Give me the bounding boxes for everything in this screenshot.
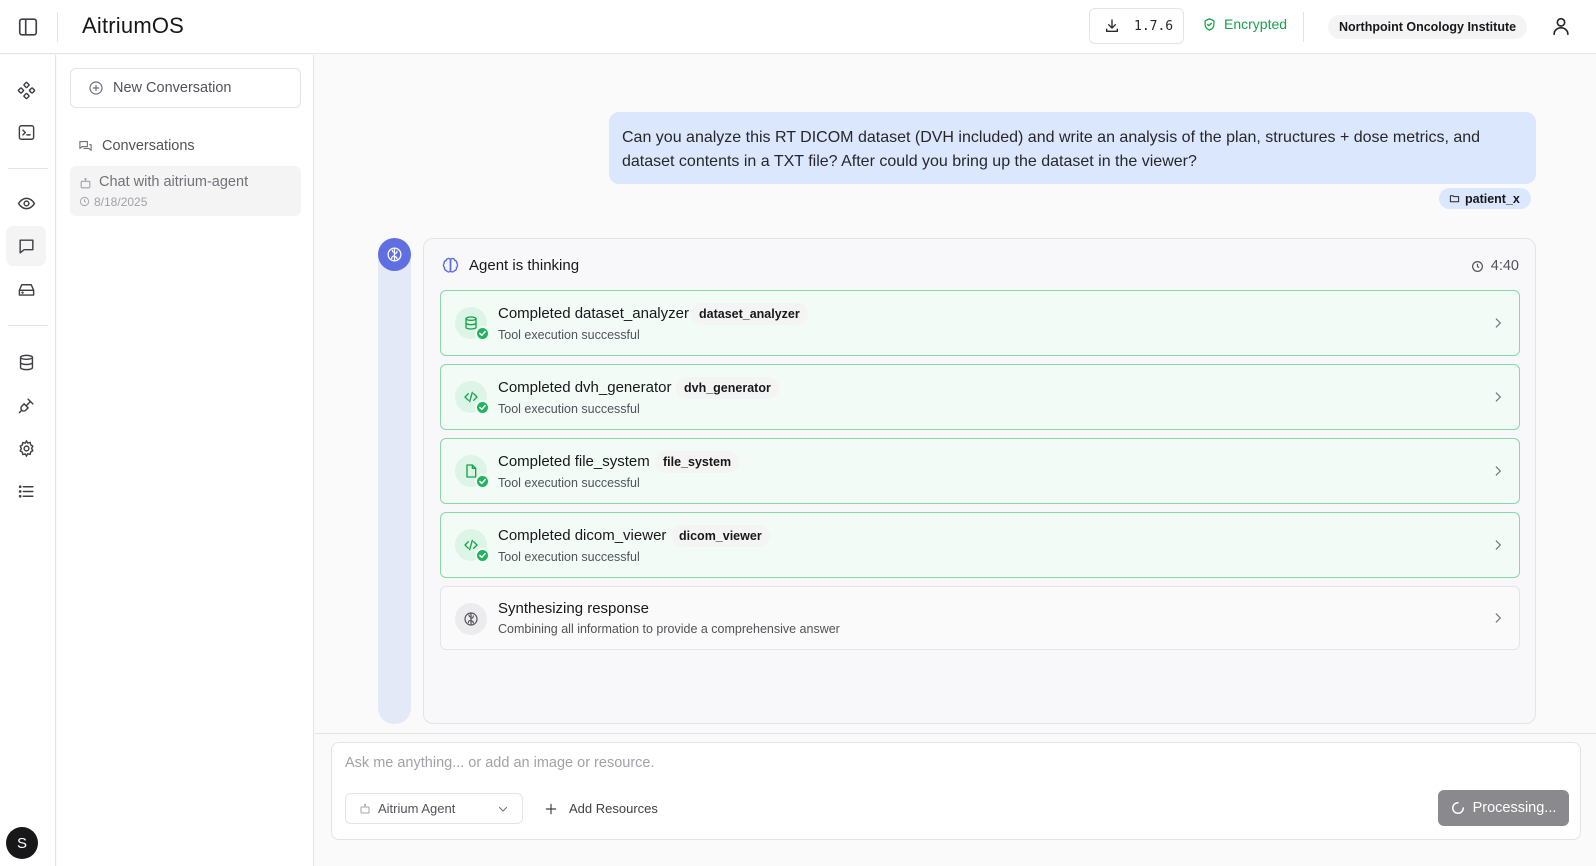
nav-chat-icon[interactable] bbox=[6, 226, 46, 266]
chevron-right-icon bbox=[1491, 316, 1505, 330]
thinking-panel: Agent is thinking 4:40 Completed dataset… bbox=[423, 238, 1536, 724]
app-logo: AitriumOS bbox=[82, 13, 185, 38]
sidebar-toggle-icon[interactable] bbox=[17, 16, 39, 38]
folder-icon bbox=[1449, 193, 1460, 204]
nav-integrations-icon[interactable] bbox=[6, 385, 46, 425]
chevron-down-icon bbox=[497, 803, 509, 815]
top-bar: AitriumOS 1.7.6 Encrypted Northpoint Onc… bbox=[0, 0, 1596, 54]
encrypted-label: Encrypted bbox=[1224, 16, 1288, 32]
step-title: Completed dataset_analyzer bbox=[498, 305, 689, 322]
spinner-icon bbox=[1451, 801, 1465, 815]
nav-separator bbox=[8, 325, 48, 326]
check-icon bbox=[475, 326, 490, 341]
clock-icon bbox=[79, 196, 90, 207]
step-title: Synthesizing response bbox=[498, 600, 649, 617]
step-subtitle: Combining all information to provide a c… bbox=[498, 622, 840, 636]
new-conversation-label: New Conversation bbox=[113, 80, 232, 96]
header-divider bbox=[57, 12, 58, 42]
tool-tag: dvh_generator bbox=[676, 377, 779, 399]
conversation-panel: New Conversation Conversations Chat with… bbox=[57, 55, 314, 866]
step-title: Completed file_system bbox=[498, 453, 650, 470]
step-title: Completed dvh_generator bbox=[498, 379, 672, 396]
chevron-right-icon bbox=[1491, 611, 1505, 625]
new-conversation-button[interactable]: New Conversation bbox=[70, 68, 301, 108]
messages-icon bbox=[78, 139, 93, 154]
conversations-heading-label: Conversations bbox=[102, 138, 195, 154]
user-message-bubble: Can you analyze this RT DICOM dataset (D… bbox=[609, 112, 1536, 184]
tool-tag: file_system bbox=[655, 451, 740, 473]
check-icon bbox=[475, 400, 490, 415]
download-icon bbox=[1104, 18, 1120, 34]
composer: Aitrium Agent Add Resources Processing..… bbox=[331, 742, 1581, 840]
clock-icon bbox=[1471, 260, 1484, 273]
user-avatar[interactable]: S bbox=[6, 827, 38, 859]
user-profile-icon[interactable] bbox=[1550, 15, 1572, 37]
tool-step[interactable]: Completed dataset_analyzer dataset_analy… bbox=[440, 290, 1520, 356]
tool-step[interactable]: Completed dvh_generator dvh_generator To… bbox=[440, 364, 1520, 430]
chevron-right-icon bbox=[1491, 538, 1505, 552]
elapsed-timer: 4:40 bbox=[1471, 258, 1519, 274]
brain-icon bbox=[386, 246, 403, 263]
nav-terminal-icon[interactable] bbox=[6, 112, 46, 152]
elapsed-time: 4:40 bbox=[1490, 258, 1519, 274]
step-subtitle: Tool execution successful bbox=[498, 550, 640, 564]
attachment-label: patient_x bbox=[1465, 191, 1520, 206]
conversations-heading: Conversations bbox=[78, 138, 195, 154]
nav-database-icon[interactable] bbox=[6, 342, 46, 382]
update-version-button[interactable]: 1.7.6 bbox=[1089, 8, 1184, 44]
synthesis-step[interactable]: Synthesizing response Combining all info… bbox=[440, 586, 1520, 650]
tool-step[interactable]: Completed dicom_viewer dicom_viewer Tool… bbox=[440, 512, 1520, 578]
bot-icon bbox=[79, 177, 92, 190]
encrypted-status: Encrypted bbox=[1202, 16, 1287, 32]
nav-viewer-icon[interactable] bbox=[6, 183, 46, 223]
nav-separator bbox=[8, 168, 48, 169]
processing-label: Processing... bbox=[1472, 800, 1557, 816]
conversation-date: 8/18/2025 bbox=[94, 195, 148, 209]
organization-badge: Northpoint Oncology Institute bbox=[1328, 15, 1528, 39]
nav-logs-icon[interactable] bbox=[6, 471, 46, 511]
plus-circle-icon bbox=[88, 80, 104, 96]
thinking-label: Agent is thinking bbox=[469, 257, 580, 274]
plus-icon bbox=[544, 802, 558, 816]
version-label: 1.7.6 bbox=[1134, 18, 1174, 34]
nav-workflows-icon[interactable] bbox=[6, 70, 46, 110]
tool-tag: dicom_viewer bbox=[671, 525, 770, 547]
brain-icon bbox=[441, 256, 460, 275]
nav-rail: S bbox=[0, 55, 56, 866]
step-subtitle: Tool execution successful bbox=[498, 476, 640, 490]
composer-area: Aitrium Agent Add Resources Processing..… bbox=[315, 733, 1596, 866]
brain-icon bbox=[455, 603, 487, 635]
header-divider bbox=[1303, 12, 1304, 42]
message-input[interactable] bbox=[345, 755, 1545, 771]
thinking-header: Agent is thinking bbox=[441, 256, 579, 275]
agent-select[interactable]: Aitrium Agent bbox=[345, 793, 523, 824]
step-title: Completed dicom_viewer bbox=[498, 527, 667, 544]
agent-avatar bbox=[378, 238, 411, 271]
conversation-item[interactable]: Chat with aitrium-agent 8/18/2025 bbox=[70, 166, 301, 216]
nav-settings-icon[interactable] bbox=[6, 428, 46, 468]
agent-select-value: Aitrium Agent bbox=[378, 801, 456, 816]
agent-timeline-rail bbox=[378, 238, 411, 724]
tool-tag: dataset_analyzer bbox=[691, 303, 808, 325]
tool-step[interactable]: Completed file_system file_system Tool e… bbox=[440, 438, 1520, 504]
nav-storage-icon[interactable] bbox=[6, 269, 46, 309]
chevron-right-icon bbox=[1491, 390, 1505, 404]
attachment-chip[interactable]: patient_x bbox=[1439, 188, 1531, 209]
processing-button[interactable]: Processing... bbox=[1438, 790, 1569, 826]
add-resources-label: Add Resources bbox=[569, 801, 658, 816]
add-resources-button[interactable]: Add Resources bbox=[544, 793, 658, 824]
chevron-right-icon bbox=[1491, 464, 1505, 478]
step-subtitle: Tool execution successful bbox=[498, 328, 640, 342]
check-icon bbox=[475, 474, 490, 489]
conversation-title: Chat with aitrium-agent bbox=[99, 174, 249, 190]
check-icon bbox=[475, 548, 490, 563]
step-subtitle: Tool execution successful bbox=[498, 402, 640, 416]
shield-check-icon bbox=[1202, 17, 1217, 32]
bot-icon bbox=[359, 803, 371, 815]
